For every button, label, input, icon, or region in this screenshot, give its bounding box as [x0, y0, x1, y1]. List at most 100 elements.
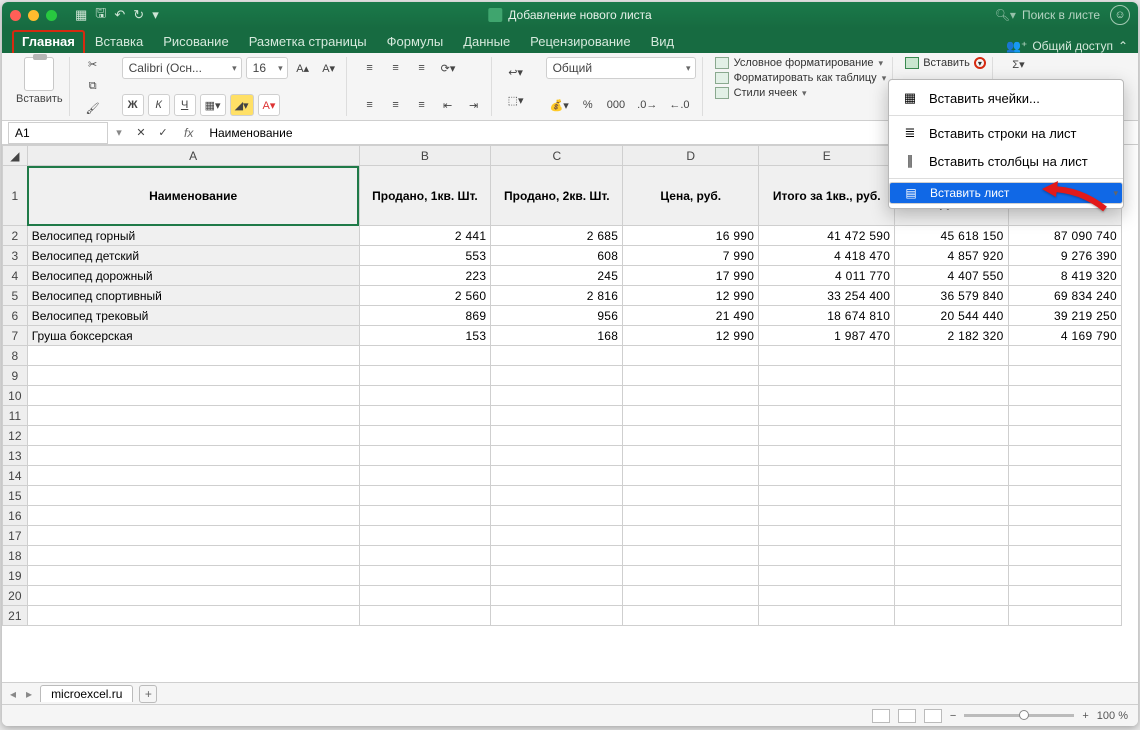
- cell[interactable]: 2 816: [491, 286, 623, 306]
- cell[interactable]: 33 254 400: [759, 286, 895, 306]
- cell[interactable]: [623, 506, 759, 526]
- spreadsheet-grid[interactable]: ◢ A B C D E F G 1НаименованиеПродано, 1к…: [2, 145, 1122, 626]
- cell[interactable]: [623, 346, 759, 366]
- fill-color-button[interactable]: ◢▾: [230, 94, 254, 116]
- header-cell[interactable]: Итого за 1кв., руб.: [759, 166, 895, 226]
- cell[interactable]: [27, 346, 359, 366]
- zoom-out-icon[interactable]: −: [950, 710, 956, 722]
- sheet-nav-next-icon[interactable]: ▸: [24, 687, 34, 701]
- indent-dec-icon[interactable]: ⇤: [437, 94, 459, 116]
- cell[interactable]: [759, 506, 895, 526]
- cell[interactable]: 4 418 470: [759, 246, 895, 266]
- cell[interactable]: 4 011 770: [759, 266, 895, 286]
- cell[interactable]: [623, 426, 759, 446]
- row-header[interactable]: 3: [3, 246, 28, 266]
- cell[interactable]: [623, 446, 759, 466]
- cell[interactable]: 36 579 840: [895, 286, 1008, 306]
- cell[interactable]: [1008, 526, 1121, 546]
- currency-icon[interactable]: 💰▾: [546, 94, 573, 116]
- cell[interactable]: [895, 466, 1008, 486]
- cell[interactable]: 168: [491, 326, 623, 346]
- cell[interactable]: [359, 366, 491, 386]
- cell[interactable]: [491, 486, 623, 506]
- minimize-icon[interactable]: [28, 10, 39, 21]
- tab-draw[interactable]: Рисование: [153, 30, 238, 53]
- cell[interactable]: 245: [491, 266, 623, 286]
- normal-view-icon[interactable]: [872, 709, 890, 723]
- cell[interactable]: [359, 586, 491, 606]
- row-header[interactable]: 16: [3, 506, 28, 526]
- row-header[interactable]: 13: [3, 446, 28, 466]
- cell[interactable]: [759, 586, 895, 606]
- cell[interactable]: [1008, 606, 1121, 626]
- cell[interactable]: [895, 526, 1008, 546]
- cell[interactable]: [895, 366, 1008, 386]
- cell[interactable]: [895, 546, 1008, 566]
- cell[interactable]: [895, 346, 1008, 366]
- cell-styles-button[interactable]: Стили ячеек▾: [715, 87, 887, 99]
- cell[interactable]: [359, 606, 491, 626]
- accept-formula-icon[interactable]: ✓: [152, 122, 174, 144]
- align-center-icon[interactable]: ≡: [385, 94, 407, 116]
- cell[interactable]: 956: [491, 306, 623, 326]
- cell[interactable]: [895, 446, 1008, 466]
- cell[interactable]: [27, 386, 359, 406]
- cell[interactable]: [1008, 346, 1121, 366]
- collapse-ribbon-icon[interactable]: ⌃: [1118, 39, 1128, 53]
- save-alt-icon[interactable]: 🖫: [95, 4, 106, 26]
- cell[interactable]: [491, 526, 623, 546]
- row-header[interactable]: 20: [3, 586, 28, 606]
- cell[interactable]: 223: [359, 266, 491, 286]
- cell[interactable]: [623, 466, 759, 486]
- cell[interactable]: [1008, 446, 1121, 466]
- share-button[interactable]: 👥⁺ Общий доступ ⌃: [1006, 39, 1128, 53]
- header-cell[interactable]: Продано, 2кв. Шт.: [491, 166, 623, 226]
- zoom-icon[interactable]: [46, 10, 57, 21]
- cut-icon[interactable]: ✂: [82, 57, 104, 73]
- font-name-select[interactable]: Calibri (Осн...: [122, 57, 242, 79]
- indent-inc-icon[interactable]: ⇥: [463, 94, 485, 116]
- row-header[interactable]: 4: [3, 266, 28, 286]
- underline-button[interactable]: Ч: [174, 94, 196, 116]
- cell[interactable]: [491, 446, 623, 466]
- cell[interactable]: [1008, 486, 1121, 506]
- cell[interactable]: 8 419 320: [1008, 266, 1121, 286]
- cell[interactable]: [895, 386, 1008, 406]
- menu-insert-cells[interactable]: ▦ Вставить ячейки...: [889, 84, 1123, 112]
- row-header[interactable]: 14: [3, 466, 28, 486]
- cell[interactable]: [27, 606, 359, 626]
- cell[interactable]: [27, 446, 359, 466]
- cell[interactable]: [895, 566, 1008, 586]
- italic-button[interactable]: К: [148, 94, 170, 116]
- align-bottom-icon[interactable]: ≡: [411, 57, 433, 79]
- name-box[interactable]: A1: [8, 122, 108, 144]
- page-break-view-icon[interactable]: [924, 709, 942, 723]
- cell[interactable]: [759, 606, 895, 626]
- wrap-text-icon[interactable]: ↩▾: [504, 62, 528, 84]
- cell[interactable]: 1 987 470: [759, 326, 895, 346]
- header-cell[interactable]: Наименование: [27, 166, 359, 226]
- dec-decimal-icon[interactable]: ←.0: [665, 94, 693, 116]
- inc-decimal-icon[interactable]: .0→: [633, 94, 661, 116]
- cell[interactable]: [759, 426, 895, 446]
- cell[interactable]: [491, 426, 623, 446]
- page-layout-view-icon[interactable]: [898, 709, 916, 723]
- cell[interactable]: 2 685: [491, 226, 623, 246]
- cell[interactable]: [759, 486, 895, 506]
- cell[interactable]: 2 182 320: [895, 326, 1008, 346]
- cell[interactable]: [623, 526, 759, 546]
- save-icon[interactable]: ▦: [75, 7, 87, 23]
- cell[interactable]: 4 857 920: [895, 246, 1008, 266]
- cell[interactable]: [623, 566, 759, 586]
- insert-dropdown-icon[interactable]: ▾: [974, 57, 986, 69]
- cell[interactable]: [1008, 546, 1121, 566]
- cell[interactable]: [27, 566, 359, 586]
- cell[interactable]: [759, 546, 895, 566]
- bold-button[interactable]: Ж: [122, 94, 144, 116]
- border-button[interactable]: ▦▾: [200, 94, 226, 116]
- cell[interactable]: [359, 486, 491, 506]
- cell[interactable]: [623, 606, 759, 626]
- cell[interactable]: [491, 586, 623, 606]
- row-header[interactable]: 17: [3, 526, 28, 546]
- number-format-select[interactable]: Общий: [546, 57, 696, 79]
